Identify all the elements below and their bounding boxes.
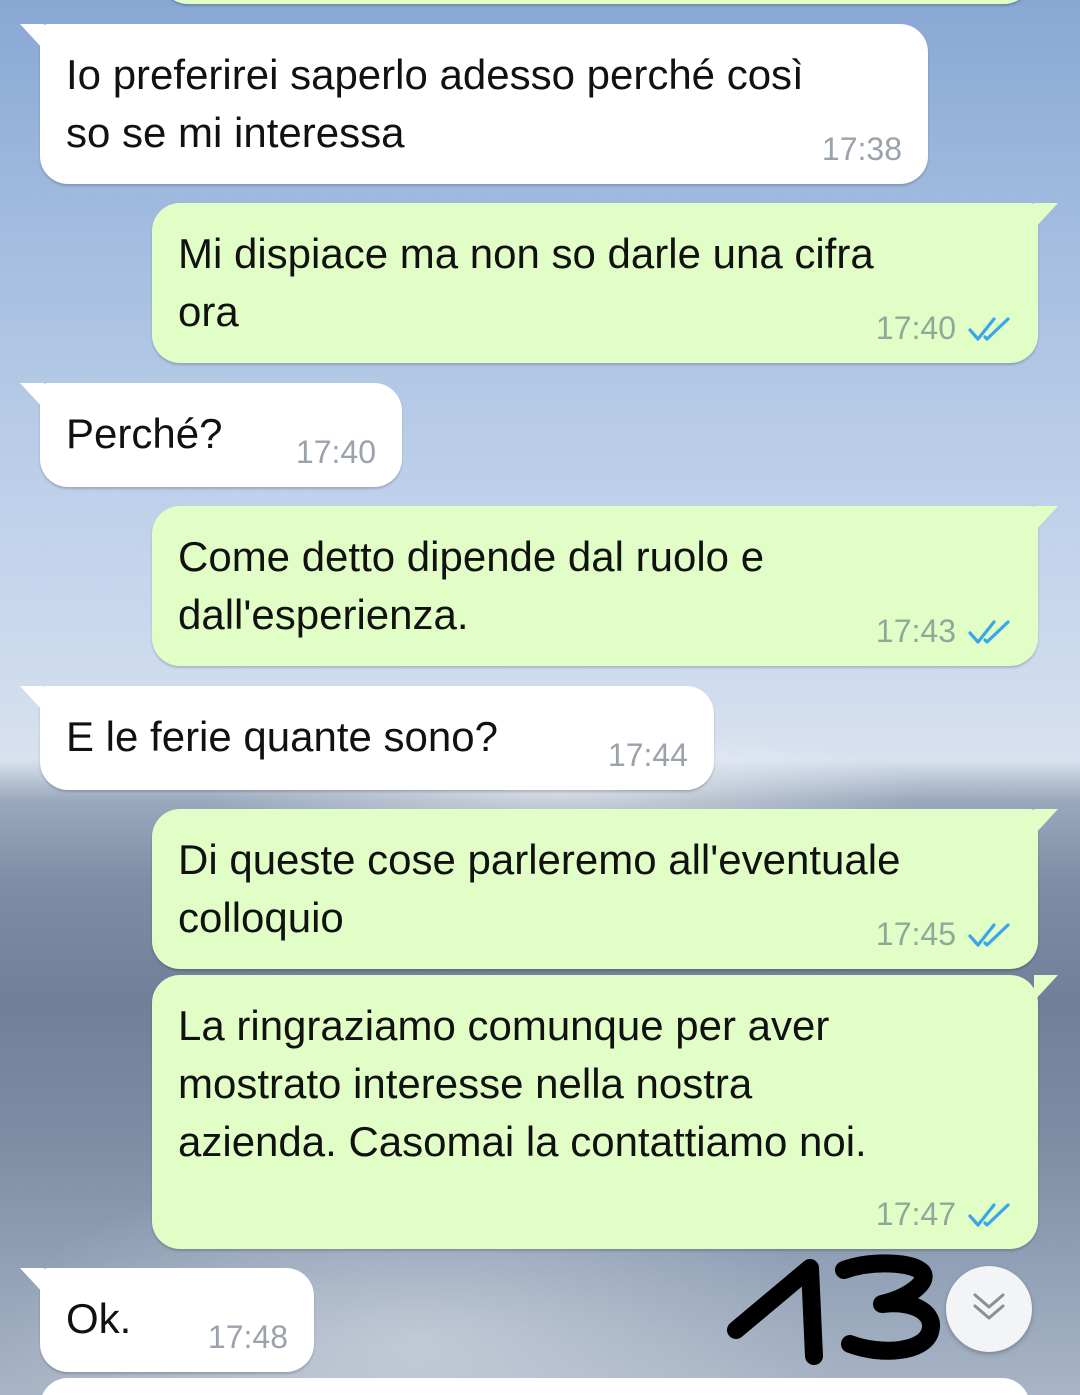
message-incoming[interactable]: Ok. 17:48	[20, 1268, 314, 1372]
message-outgoing[interactable]: Mi dispiace ma non so darle una cifra or…	[152, 203, 1058, 363]
double-check-icon	[968, 618, 1012, 646]
partial-message-top	[160, 0, 1032, 4]
message-text: Io preferirei saperlo adesso perché così…	[66, 51, 804, 156]
double-check-icon	[968, 315, 1012, 343]
handwritten-annotation: 13	[722, 1248, 952, 1373]
message-time: 17:40	[295, 434, 376, 470]
double-check-icon	[968, 1201, 1012, 1229]
message-outgoing[interactable]: La ringraziamo comunque per aver mostrat…	[152, 975, 1058, 1249]
message-time: 17:40	[875, 310, 956, 346]
message-incoming[interactable]: Io preferirei saperlo adesso perché così…	[20, 24, 928, 184]
double-check-icon	[968, 921, 1012, 949]
message-text: E le ferie quante sono?	[66, 713, 498, 760]
chat-message-list[interactable]: Io preferirei saperlo adesso perché così…	[0, 0, 1080, 1395]
message-time: 17:38	[821, 131, 902, 167]
partial-message-bottom	[40, 1378, 1030, 1395]
message-outgoing[interactable]: Come detto dipende dal ruolo e dall'espe…	[152, 506, 1058, 666]
message-time: 17:45	[875, 916, 956, 952]
message-outgoing[interactable]: Di queste cose parleremo all'eventuale c…	[152, 809, 1058, 969]
message-time: 17:43	[875, 613, 956, 649]
message-time: 17:44	[607, 737, 688, 773]
double-chevron-down-icon	[969, 1289, 1009, 1330]
scroll-to-bottom-button[interactable]	[946, 1266, 1032, 1352]
message-time: 17:47	[875, 1196, 956, 1232]
message-text: La ringraziamo comunque per aver mostrat…	[178, 1002, 867, 1165]
message-incoming[interactable]: Perché? 17:40	[20, 383, 402, 487]
message-incoming[interactable]: E le ferie quante sono? 17:44	[20, 686, 714, 790]
message-time: 17:48	[207, 1319, 288, 1355]
